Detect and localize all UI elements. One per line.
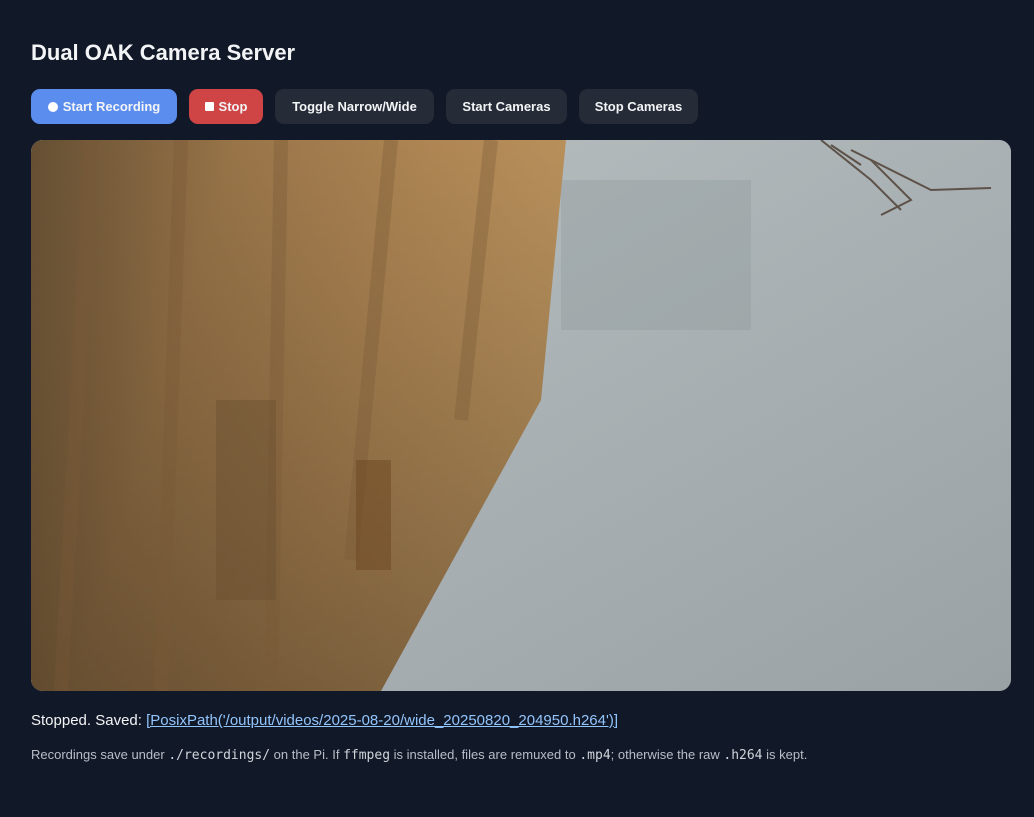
note-text-3: is installed, files are remuxed to	[390, 747, 580, 762]
stop-cameras-button[interactable]: Stop Cameras	[579, 89, 698, 124]
stop-button[interactable]: Stop	[189, 89, 263, 124]
page-title: Dual OAK Camera Server	[31, 40, 296, 65]
note-code-mp4: .mp4	[579, 748, 611, 763]
record-dot-icon	[47, 101, 58, 112]
page: Dual OAK Camera Server Start Recording S…	[0, 0, 1034, 817]
note-code-recordings-dir: ./recordings/	[168, 748, 271, 763]
start-recording-button[interactable]: Start Recording	[31, 89, 177, 124]
stop-label: Stop	[218, 99, 248, 114]
recording-note: Recordings save under ./recordings/ on t…	[31, 747, 807, 763]
toggle-narrow-wide-button[interactable]: Toggle Narrow/Wide	[275, 89, 434, 124]
note-text-1: Recordings save under	[31, 747, 169, 762]
recording-status: Stopped. Saved: [PosixPath('/output/vide…	[31, 712, 618, 729]
toolbar: Start Recording Stop Toggle Narrow/Wide …	[31, 89, 698, 124]
note-text-5: is kept.	[762, 747, 808, 762]
camera-video-feed	[31, 140, 1011, 691]
saved-file-link[interactable]: [PosixPath('/output/videos/2025-08-20/wi…	[146, 712, 618, 729]
note-text-2: on the Pi. If	[270, 747, 344, 762]
status-text: Stopped. Saved:	[31, 712, 147, 729]
toggle-label: Toggle Narrow/Wide	[292, 99, 417, 114]
stop-cameras-label: Stop Cameras	[594, 99, 683, 114]
note-code-h264: .h264	[723, 748, 763, 763]
stop-square-icon	[204, 102, 214, 111]
note-text-4: ; otherwise the raw	[610, 747, 724, 762]
start-cameras-button[interactable]: Start Cameras	[446, 89, 567, 124]
start-cameras-label: Start Cameras	[462, 99, 551, 114]
note-code-ffmpeg: ffmpeg	[343, 748, 391, 763]
camera-frame-image	[31, 140, 1011, 691]
start-recording-label: Start Recording	[62, 99, 161, 114]
